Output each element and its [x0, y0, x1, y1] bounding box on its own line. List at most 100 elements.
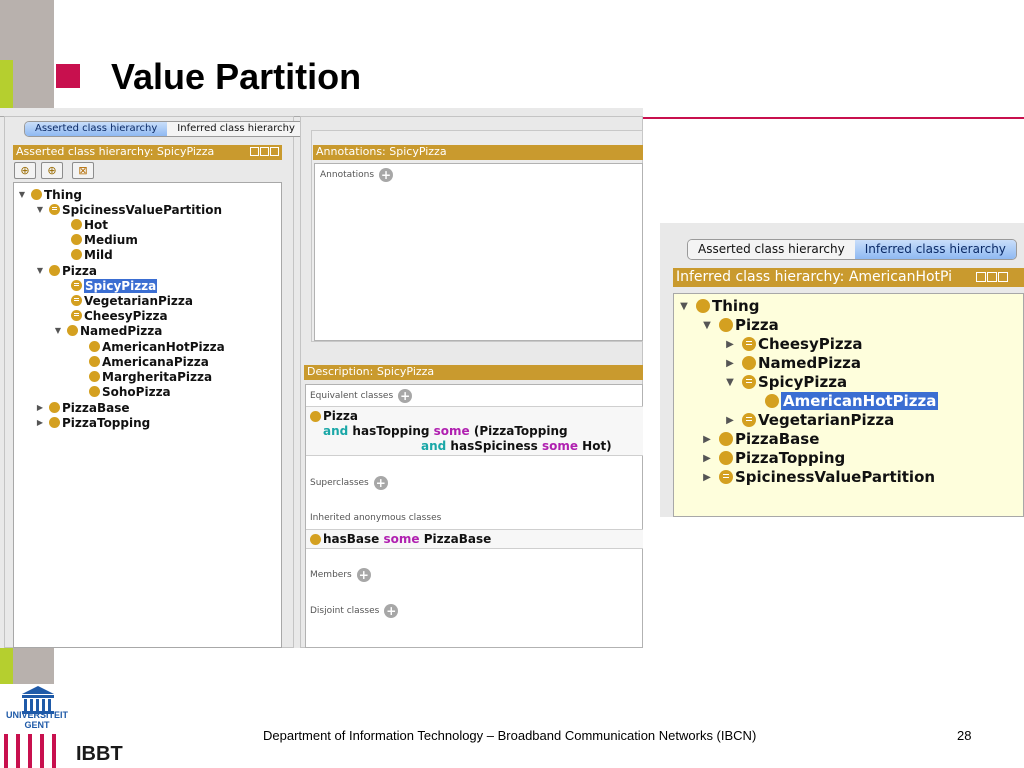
tree-node-thing[interactable]: ▼ Thing [17, 187, 82, 202]
tab-inferred-hierarchy[interactable]: Inferred class hierarchy [167, 122, 305, 136]
view-controls-right[interactable] [976, 272, 1008, 282]
inferred-class-tree[interactable]: ▼ Thing ▼ Pizza ▶ CheesyPizza ▶ NamedPizza ▼… [673, 293, 1024, 517]
asserted-hierarchy-header: Asserted class hierarchy: SpicyPizza [13, 145, 282, 160]
expanded-triangle-icon[interactable]: ▼ [724, 377, 736, 388]
class-icon [49, 402, 60, 413]
add-equivalent-class-icon[interactable]: + [398, 389, 413, 403]
tree-node-pizza[interactable]: ▼ Pizza [35, 263, 97, 278]
tree-node-spiciness-value-partition[interactable]: ▼ SpicinessValuePartition [35, 202, 222, 217]
tree-node-americana-pizza[interactable]: AmericanaPizza [89, 354, 209, 369]
inferred-node-spiciness-value-partition[interactable]: ▶ SpicinessValuePartition [701, 468, 935, 486]
tab-asserted-hierarchy-right[interactable]: Asserted class hierarchy [688, 240, 855, 259]
description-title: Description: SpicyPizza [307, 365, 435, 378]
class-icon [89, 356, 100, 367]
collapsed-triangle-icon[interactable]: ▶ [701, 434, 713, 445]
add-member-icon[interactable]: + [356, 568, 371, 582]
class-icon [719, 318, 733, 332]
defined-class-icon [71, 295, 82, 306]
inferred-node-vegetarian-pizza[interactable]: ▶ VegetarianPizza [724, 411, 894, 429]
inferred-node-pizza-base[interactable]: ▶ PizzaBase [701, 430, 819, 448]
equivalent-classes-section: Equivalent classes + [310, 389, 413, 403]
tree-node-vegetarian-pizza[interactable]: VegetarianPizza [71, 293, 193, 308]
tree-node-american-hot-pizza[interactable]: AmericanHotPizza [89, 339, 225, 354]
class-icon [49, 265, 60, 276]
header-rule [643, 117, 1024, 119]
equivalent-expr-line-1: Pizza [310, 409, 358, 423]
expanded-triangle-icon[interactable]: ▼ [701, 320, 713, 331]
tree-node-hot[interactable]: Hot [71, 217, 108, 232]
collapsed-triangle-icon[interactable]: ▶ [724, 358, 736, 369]
class-icon [765, 394, 779, 408]
inferred-node-pizza[interactable]: ▼ Pizza [701, 316, 779, 334]
view-controls[interactable] [250, 147, 279, 156]
decor-green-bottom [0, 648, 13, 684]
ugent-logo-text: UNIVERSITEIT GENT [5, 710, 68, 730]
tree-node-pizza-topping[interactable]: ▶ PizzaTopping [35, 415, 150, 430]
delete-class-icon[interactable]: ⊠ [72, 162, 94, 179]
add-subclass-icon[interactable]: ⊕ [14, 162, 36, 179]
add-disjoint-class-icon[interactable]: + [384, 604, 399, 618]
class-icon [49, 417, 60, 428]
add-annotation-icon[interactable]: + [379, 168, 394, 182]
tree-node-named-pizza[interactable]: ▼ NamedPizza [53, 323, 162, 338]
defined-class-icon [719, 470, 733, 484]
tree-node-soho-pizza[interactable]: SohoPizza [89, 384, 171, 399]
defined-class-icon [49, 204, 60, 215]
decor-grey-bottom [13, 648, 54, 684]
equivalent-classes-label: Equivalent classes [310, 391, 394, 401]
tree-node-margherita-pizza[interactable]: MargheritaPizza [89, 369, 212, 384]
collapsed-triangle-icon[interactable]: ▶ [701, 453, 713, 464]
class-icon [89, 371, 100, 382]
tab-inferred-hierarchy-right[interactable]: Inferred class hierarchy [854, 240, 1016, 259]
inferred-node-cheesy-pizza[interactable]: ▶ CheesyPizza [724, 335, 862, 353]
collapsed-triangle-icon[interactable]: ▶ [724, 339, 736, 350]
inferred-node-american-hot-pizza[interactable]: AmericanHotPizza [765, 392, 939, 410]
tab-asserted-hierarchy[interactable]: Asserted class hierarchy [25, 122, 168, 136]
page-number: 28 [957, 728, 972, 743]
inferred-node-thing[interactable]: ▼ Thing [678, 297, 759, 315]
annotations-header: Annotations: SpicyPizza [313, 145, 643, 160]
decor-grey-mid [13, 60, 54, 108]
disjoint-classes-section: Disjoint classes + [310, 604, 399, 618]
defined-class-icon [742, 413, 756, 427]
collapsed-triangle-icon[interactable]: ▶ [701, 472, 713, 483]
expanded-triangle-icon[interactable]: ▼ [17, 190, 27, 199]
title-bullet [56, 64, 80, 88]
expanded-triangle-icon[interactable]: ▼ [35, 205, 45, 214]
class-icon [89, 386, 100, 397]
expanded-triangle-icon[interactable]: ▼ [35, 266, 45, 275]
equivalent-expr-line-3: and hasSpiciness some Hot) [421, 439, 612, 453]
equivalent-expr-line-2: and hasTopping some (PizzaTopping [323, 424, 568, 438]
expanded-triangle-icon[interactable]: ▼ [678, 301, 690, 312]
tree-node-medium[interactable]: Medium [71, 232, 138, 247]
collapsed-triangle-icon[interactable]: ▶ [35, 418, 45, 427]
tree-node-pizza-base[interactable]: ▶ PizzaBase [35, 400, 130, 415]
add-superclass-icon[interactable]: + [373, 476, 388, 490]
inferred-node-spicy-pizza[interactable]: ▼ SpicyPizza [724, 373, 847, 391]
tree-node-mild[interactable]: Mild [71, 247, 113, 262]
inferred-node-pizza-topping[interactable]: ▶ PizzaTopping [701, 449, 845, 467]
class-icon [71, 234, 82, 245]
annotations-label: Annotations [320, 170, 375, 180]
inferred-hierarchy-header: Inferred class hierarchy: AmericanHotPi [673, 268, 1024, 287]
asserted-class-tree[interactable]: ▼ Thing ▼ SpicinessValuePartition Hot Medi… [13, 182, 282, 648]
superclasses-label: Superclasses [310, 478, 369, 488]
tree-node-spicy-pizza[interactable]: SpicyPizza [71, 278, 158, 293]
defined-class-icon [742, 375, 756, 389]
protege-main-window: Asserted class hierarchy Inferred class … [0, 108, 643, 648]
inherited-anonymous-label: Inherited anonymous classes [310, 513, 442, 523]
defined-class-icon [71, 280, 82, 291]
class-icon [71, 249, 82, 260]
ibbt-logo-text: IBBT [76, 743, 123, 765]
collapsed-triangle-icon[interactable]: ▶ [35, 403, 45, 412]
ibbt-bars [0, 734, 70, 768]
add-sibling-icon[interactable]: ⊕ [41, 162, 63, 179]
annotations-section: Annotations + [320, 168, 394, 182]
ugent-logo: UNIVERSITEIT GENT [0, 684, 76, 734]
expanded-triangle-icon[interactable]: ▼ [53, 326, 63, 335]
class-icon [67, 325, 78, 336]
collapsed-triangle-icon[interactable]: ▶ [724, 415, 736, 426]
tree-node-cheesy-pizza[interactable]: CheesyPizza [71, 308, 168, 323]
class-icon [31, 189, 42, 200]
inferred-node-named-pizza[interactable]: ▶ NamedPizza [724, 354, 861, 372]
